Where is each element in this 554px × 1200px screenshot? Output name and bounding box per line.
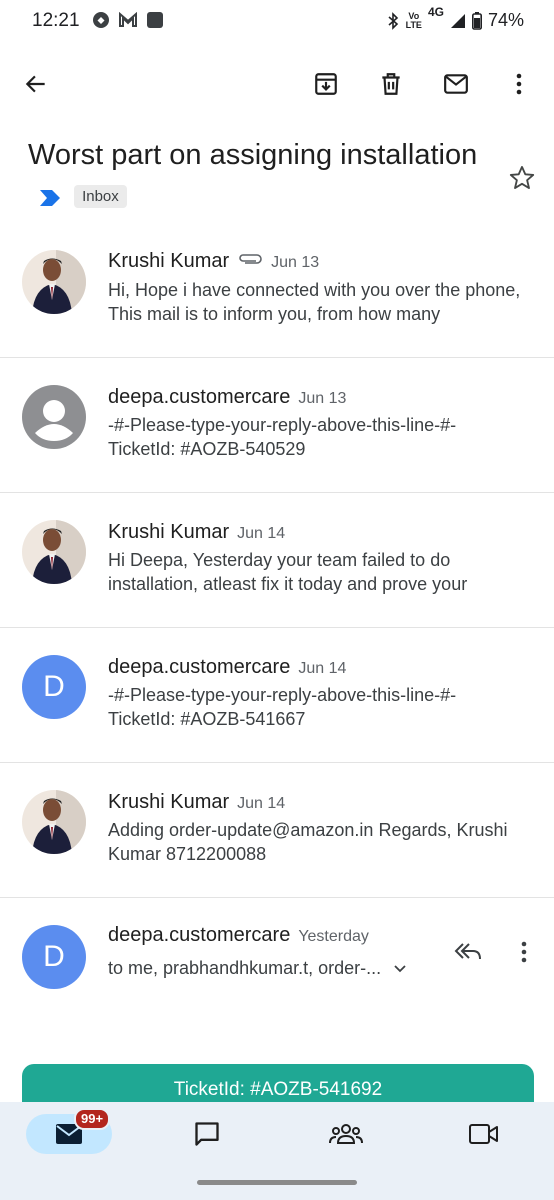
avatar-letter: D	[43, 940, 65, 973]
sender-line: deepa.customercare Jun 14	[108, 656, 346, 679]
chat-icon	[195, 1122, 219, 1146]
attachment-icon	[239, 254, 262, 264]
status-time: 12:21	[32, 10, 80, 31]
status-right-icons: Vo LTE 4G 74%	[386, 5, 524, 31]
avatar[interactable]: D	[22, 655, 86, 719]
avatar[interactable]	[22, 250, 86, 314]
message-date: Jun 13	[271, 254, 320, 271]
nav-spaces[interactable]	[314, 1114, 378, 1154]
message-snippet: Adding order-update@amazon.in Regards, K…	[108, 820, 508, 864]
message-row[interactable]: deepa.customercare Jun 13 -#-Please-type…	[0, 358, 554, 492]
message-more-button[interactable]	[504, 930, 544, 974]
mail-badge: 99+	[74, 1108, 111, 1130]
sender-name: Krushi Kumar	[108, 250, 230, 272]
more-options-button[interactable]	[499, 64, 539, 104]
battery-percent: 74%	[487, 10, 524, 30]
top-app-bar	[0, 56, 554, 112]
recipients-text: to me, prabhandhkumar.t, order-...	[108, 958, 382, 978]
sender-line: Krushi Kumar Jun 14	[108, 521, 285, 544]
star-icon	[509, 165, 535, 189]
subject-text: Worst part on assigning installation	[28, 139, 478, 171]
sender-line: Krushi Kumar Jun 14	[108, 791, 285, 814]
battery-icon	[471, 11, 482, 30]
status-bar: 12:21 Vo LTE 4G 74%	[0, 0, 554, 44]
avatar-letter: D	[43, 670, 65, 703]
message-snippet: -#-Please-type-your-reply-above-this-lin…	[108, 685, 457, 729]
sender-name: deepa.customercare	[108, 386, 291, 408]
nav-meet[interactable]	[452, 1114, 516, 1154]
bottom-navigation: 99+	[0, 1102, 554, 1200]
gesture-handle[interactable]	[197, 1180, 357, 1185]
message-row[interactable]: D deepa.customercare Jun 14 -#-Please-ty…	[0, 628, 554, 762]
volte-icon: Vo LTE	[405, 11, 422, 30]
subject-header: Worst part on assigning installation Inb…	[28, 134, 488, 219]
message-date: Jun 14	[237, 525, 286, 542]
volte-bottom: LTE	[405, 19, 422, 30]
mark-unread-button[interactable]	[436, 64, 476, 104]
back-button[interactable]	[16, 64, 56, 104]
nav-mail[interactable]: 99+	[26, 1108, 112, 1154]
message-row[interactable]: Krushi Kumar Jun 14 Hi Deepa, Yesterday …	[0, 493, 554, 627]
message-row[interactable]: Krushi Kumar Jun 13 Hi, Hope i have conn…	[0, 240, 554, 358]
notification-square-icon	[147, 12, 163, 28]
recipients-toggle[interactable]: to me, prabhandhkumar.t, order-...	[108, 958, 407, 979]
sender-name: Krushi Kumar	[108, 791, 230, 813]
message-date: Jun 14	[298, 660, 347, 677]
gmail-notification-icon	[119, 12, 137, 27]
sender-name: deepa.customercare	[108, 656, 291, 678]
label-chip-inbox[interactable]: Inbox	[74, 184, 127, 208]
nav-chat[interactable]	[175, 1114, 239, 1154]
message-date: Yesterday	[298, 928, 369, 945]
mail-icon	[444, 74, 468, 94]
message-snippet: -#-Please-type-your-reply-above-this-lin…	[108, 415, 457, 459]
spaces-icon	[329, 1124, 363, 1144]
archive-button[interactable]	[306, 64, 346, 104]
reply-all-icon	[454, 943, 481, 960]
chevron-down-icon	[394, 964, 406, 972]
message-date: Jun 13	[298, 390, 347, 407]
avatar[interactable]	[22, 790, 86, 854]
sender-line: deepa.customercare Yesterday	[108, 924, 369, 947]
avatar[interactable]	[22, 520, 86, 584]
reply-all-button[interactable]	[446, 930, 490, 974]
email-subject: Worst part on assigning installation Inb…	[28, 134, 488, 219]
meet-icon	[469, 1124, 498, 1144]
bluetooth-icon	[388, 11, 398, 30]
sender-line: deepa.customercare Jun 13	[108, 386, 346, 409]
message-snippet: Hi, Hope i have connected with you over …	[108, 280, 521, 324]
network-type: 4G	[427, 5, 444, 19]
status-notification-icons	[92, 11, 164, 29]
star-button[interactable]	[502, 158, 542, 198]
trash-icon	[382, 73, 400, 95]
arrow-left-icon	[25, 75, 45, 93]
message-row[interactable]: Krushi Kumar Jun 14 Adding order-update@…	[0, 763, 554, 897]
avatar[interactable]: D	[22, 925, 86, 989]
sender-name: deepa.customercare	[108, 924, 291, 946]
person-icon	[35, 400, 73, 441]
signal-icon	[450, 13, 465, 28]
archive-icon	[315, 73, 337, 95]
message-date: Jun 14	[237, 795, 286, 812]
avatar[interactable]	[22, 385, 86, 449]
message-snippet: Hi Deepa, Yesterday your team failed to …	[108, 550, 468, 594]
more-vert-icon	[516, 73, 522, 95]
more-vert-icon	[521, 941, 527, 963]
sender-name: Krushi Kumar	[108, 521, 230, 543]
message-row-expanded[interactable]: D deepa.customercare Yesterday to me, pr…	[0, 898, 554, 1028]
delete-button[interactable]	[371, 64, 411, 104]
notification-app-icon	[93, 12, 109, 28]
sender-line: Krushi Kumar Jun 13	[108, 250, 319, 273]
importance-marker-icon[interactable]	[38, 177, 62, 219]
